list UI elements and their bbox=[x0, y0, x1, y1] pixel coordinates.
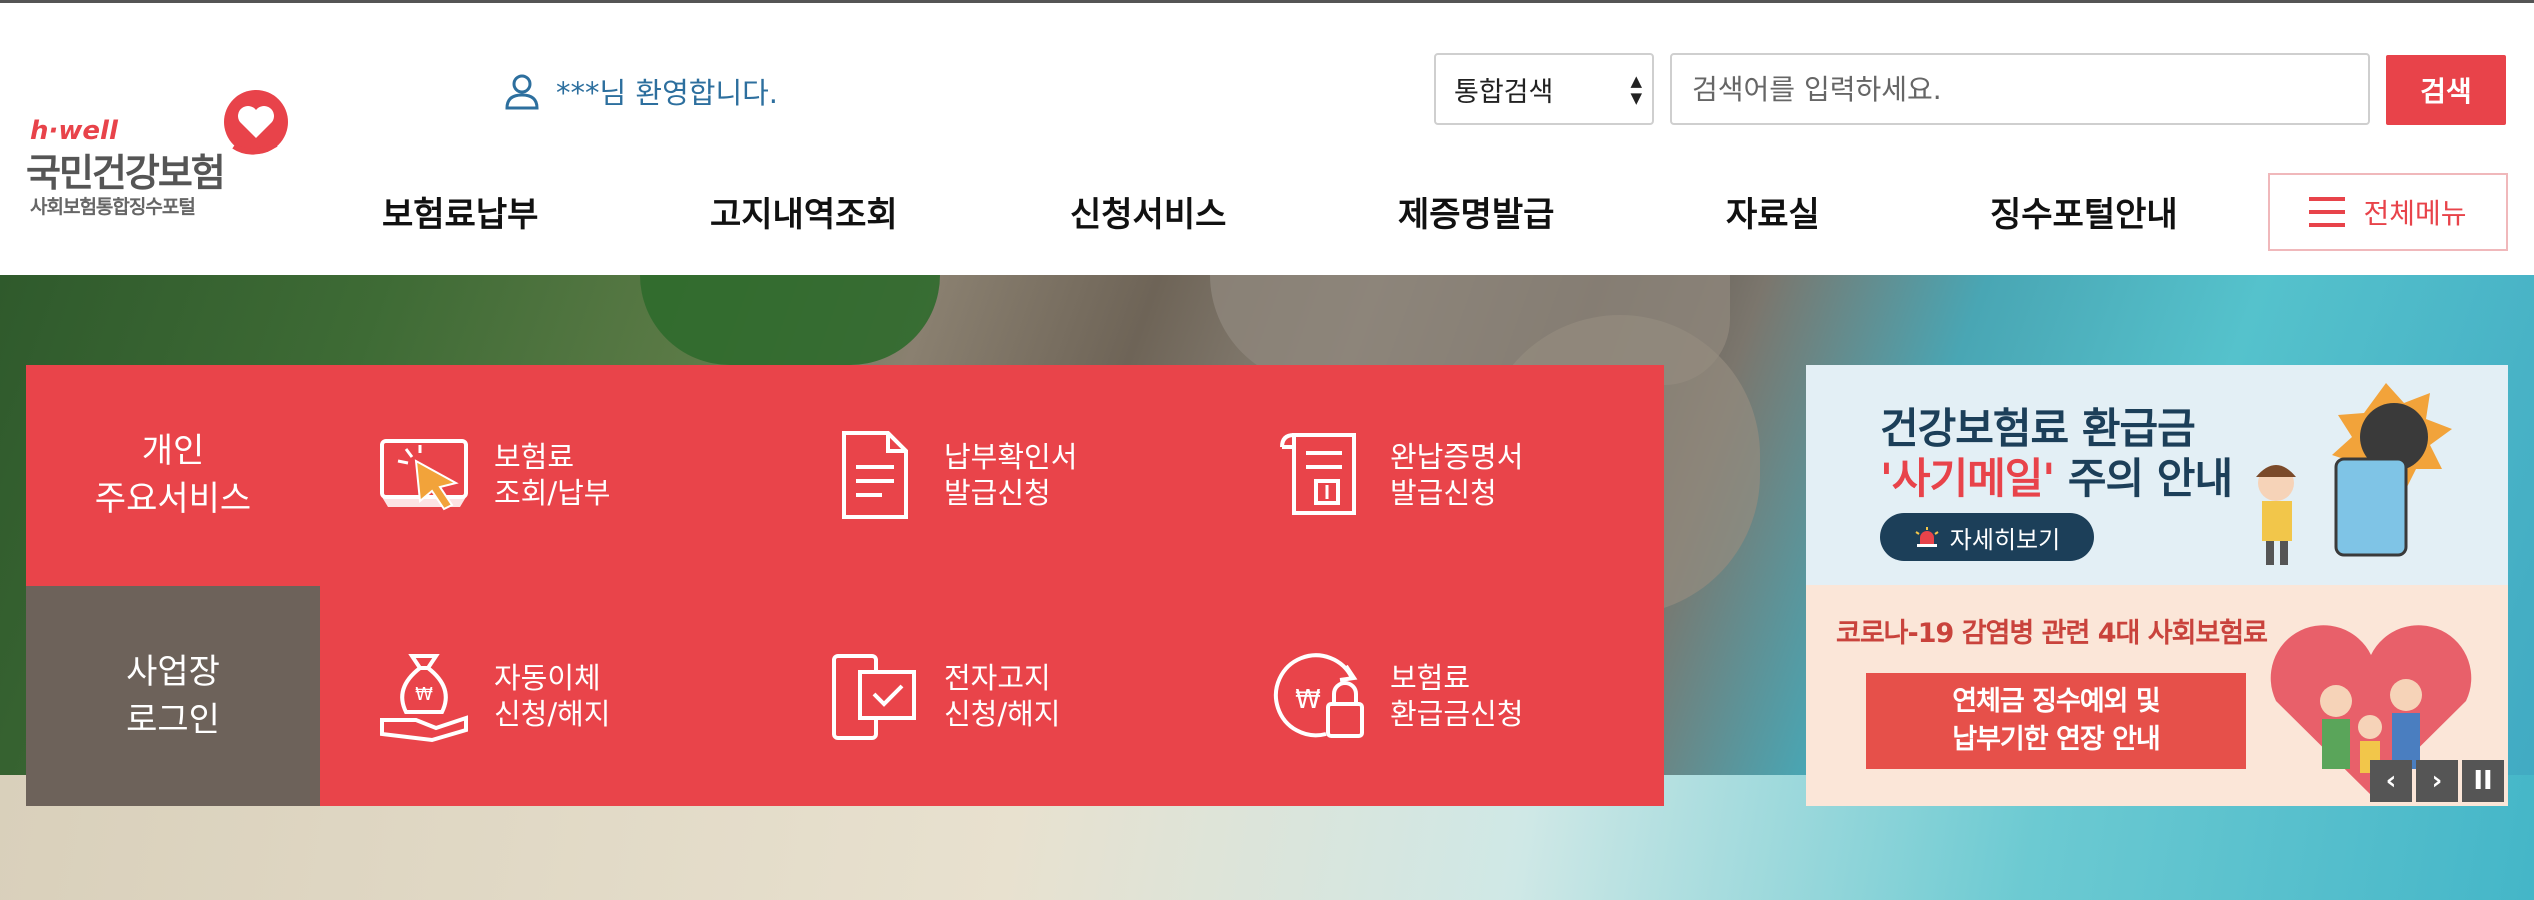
nav-item-notice-history[interactable]: 고지내역조회 bbox=[710, 187, 898, 236]
notice-banner: 건강보험료 환급금 '사기메일' 주의 안내 자세히보기 코로나-19 감염병 … bbox=[1806, 365, 2508, 806]
hero-palm-decoration bbox=[640, 275, 940, 365]
search-scope-value: 통합검색 bbox=[1454, 76, 1554, 108]
service-auto-transfer[interactable]: ₩ 자동이체 신청/해지 bbox=[376, 648, 611, 744]
site-header: h·well 국민건강보험 사회보험통합징수포털 ***님 환영합니다. 통합검… bbox=[0, 3, 2534, 275]
welcome-message: ***님 환영합니다. bbox=[502, 69, 778, 113]
user-icon bbox=[505, 74, 539, 110]
search-input[interactable] bbox=[1670, 53, 2370, 125]
service-premium-payment[interactable]: 보험료 조회/납부 bbox=[376, 427, 611, 523]
service-label-line1: 자동이체 bbox=[494, 661, 601, 695]
money-bag-hand-icon: ₩ bbox=[380, 654, 468, 743]
tab-business-line2: 로그인 bbox=[126, 700, 220, 740]
heart-logo-icon bbox=[224, 90, 288, 155]
nav-item-archive[interactable]: 자료실 bbox=[1726, 187, 1820, 236]
service-payment-confirmation[interactable]: 납부확인서 발급신청 bbox=[826, 427, 1077, 523]
select-arrows-icon: ▲ ▼ bbox=[1630, 72, 1642, 107]
banner-controls: ‹ › II bbox=[2370, 760, 2504, 802]
tab-personal-line1: 개인 bbox=[141, 431, 205, 471]
service-label-line1: 납부확인서 bbox=[944, 440, 1078, 474]
refund-lock-icon: ₩ bbox=[1273, 653, 1364, 738]
banner-prev-button[interactable]: ‹ bbox=[2370, 760, 2412, 802]
tab-business-login[interactable]: 사업장 로그인 bbox=[26, 586, 320, 806]
banner-pause-button[interactable]: II bbox=[2462, 760, 2504, 802]
all-menu-label: 전체메뉴 bbox=[2363, 198, 2467, 229]
service-refund-request[interactable]: ₩ 보험료 환급금신청 bbox=[1272, 648, 1523, 744]
banner-next-button[interactable]: › bbox=[2416, 760, 2458, 802]
main-services-panel: 개인 주요서비스 사업장 로그인 보험료 조회/납부 납부확인서 발급신청 완납… bbox=[26, 365, 1664, 806]
svg-text:₩: ₩ bbox=[415, 684, 433, 705]
scam-warning-illustration bbox=[2256, 383, 2452, 565]
banner-scam-mail[interactable]: 건강보험료 환급금 '사기메일' 주의 안내 자세히보기 bbox=[1806, 365, 2508, 585]
service-label-line1: 보험료 bbox=[1390, 661, 1471, 695]
svg-text:₩: ₩ bbox=[1295, 685, 1321, 715]
banner-more-label: 자세히보기 bbox=[1949, 525, 2061, 554]
tab-personal-services[interactable]: 개인 주요서비스 bbox=[26, 365, 320, 585]
banner-more-button[interactable]: 자세히보기 bbox=[1880, 513, 2094, 561]
logo-name: 국민건강보험 bbox=[26, 151, 226, 195]
logo-subtitle: 사회보험통합징수포털 bbox=[30, 196, 196, 218]
service-label-line1: 보험료 bbox=[494, 440, 575, 474]
electronic-notice-icon bbox=[832, 654, 916, 740]
all-menu-button[interactable]: 전체메뉴 bbox=[2268, 173, 2508, 251]
service-full-payment-certificate[interactable]: 완납증명서 발급신청 bbox=[1272, 427, 1523, 523]
service-label-line2: 환급금신청 bbox=[1390, 697, 1524, 731]
nav-item-certificate[interactable]: 제증명발급 bbox=[1398, 187, 1554, 236]
banner-highlight: '사기메일' bbox=[1880, 454, 2055, 503]
document-icon bbox=[842, 431, 908, 519]
service-label-line2: 발급신청 bbox=[944, 476, 1051, 510]
cursor-screen-icon bbox=[380, 439, 468, 511]
service-label-line2: 신청/해지 bbox=[494, 697, 611, 731]
hamburger-icon bbox=[2309, 197, 2346, 227]
search-scope-select[interactable]: 통합검색 ▲ ▼ bbox=[1434, 53, 1654, 125]
site-logo[interactable]: h·well 국민건강보험 사회보험통합징수포털 bbox=[26, 88, 296, 218]
banner-ribbon-line2: 납부기한 연장 안내 bbox=[1952, 724, 2161, 755]
tab-business-line1: 사업장 bbox=[126, 652, 220, 692]
banner-ribbon: 연체금 징수예외 및 납부기한 연장 안내 bbox=[1866, 673, 2246, 769]
nav-item-portal-guide[interactable]: 징수포털안내 bbox=[1990, 187, 2178, 236]
banner-ribbon-line1: 연체금 징수예외 및 bbox=[1952, 686, 2161, 717]
tab-personal-line2: 주요서비스 bbox=[94, 479, 252, 519]
service-label-line2: 발급신청 bbox=[1390, 476, 1497, 510]
nav-item-application-service[interactable]: 신청서비스 bbox=[1070, 187, 1226, 236]
certificate-scroll-icon bbox=[1280, 433, 1356, 515]
service-label-line1: 완납증명서 bbox=[1390, 440, 1524, 474]
banner-covid-caption: 코로나-19 감염병 관련 4대 사회보험료 bbox=[1836, 618, 2268, 649]
siren-icon bbox=[1915, 527, 1939, 547]
banner-title-rest: 주의 안내 bbox=[2054, 454, 2233, 503]
nav-item-insurance-payment[interactable]: 보험료납부 bbox=[382, 187, 538, 236]
service-label-line2: 조회/납부 bbox=[494, 476, 611, 510]
banner-title-line2: '사기메일' 주의 안내 bbox=[1880, 445, 2233, 506]
service-electronic-notice[interactable]: 전자고지 신청/해지 bbox=[826, 648, 1061, 744]
service-label-line1: 전자고지 bbox=[944, 661, 1051, 695]
search-button[interactable]: 검색 bbox=[2386, 55, 2506, 125]
service-label-line2: 신청/해지 bbox=[944, 697, 1061, 731]
welcome-text: ***님 환영합니다. bbox=[556, 76, 779, 110]
